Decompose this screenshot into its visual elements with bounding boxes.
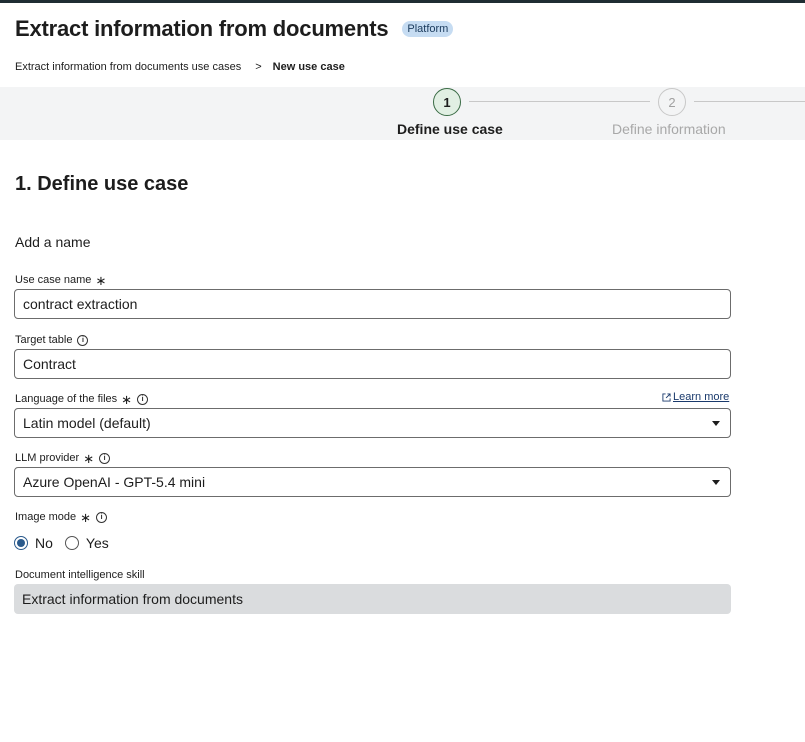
step-connector — [469, 101, 650, 102]
subheading: Add a name — [15, 234, 91, 250]
external-link-icon — [662, 392, 671, 402]
target-table-input[interactable]: Contract — [14, 349, 731, 379]
doc-skill-field: Extract information from documents — [14, 584, 731, 614]
use-case-name-label-text: Use case name — [15, 274, 92, 286]
learn-more-text: Learn more — [673, 391, 730, 403]
target-table-label: Target table i — [15, 334, 89, 346]
info-icon[interactable]: i — [77, 334, 89, 346]
step-1-label[interactable]: Define use case — [397, 121, 503, 137]
info-icon[interactable]: i — [99, 452, 111, 464]
required-icon: ∗ — [83, 450, 95, 466]
doc-skill-label: Document intelligence skill — [15, 569, 145, 581]
info-icon[interactable]: i — [96, 511, 108, 523]
step-connector — [694, 101, 805, 102]
dropdown-arrow-icon — [712, 421, 720, 426]
image-mode-yes-radio[interactable] — [64, 536, 79, 550]
header: Extract information from documents Platf… — [15, 16, 454, 42]
breadcrumb-link-use-cases[interactable]: Extract information from documents use c… — [15, 61, 241, 73]
llm-provider-value: Azure OpenAI - GPT-5.4 mini — [23, 474, 206, 490]
required-icon: ∗ — [95, 272, 107, 288]
breadcrumb-current: New use case — [272, 61, 345, 73]
stepper: 1 2 Define use case Define information — [0, 87, 805, 140]
llm-provider-select[interactable]: Azure OpenAI - GPT-5.4 mini — [14, 467, 731, 497]
platform-badge: Platform — [402, 21, 454, 37]
doc-skill-value: Extract information from documents — [22, 591, 243, 607]
image-mode-label: Image mode ∗ i — [15, 509, 108, 525]
required-icon: ∗ — [80, 509, 92, 525]
learn-more-link[interactable]: Learn more — [662, 391, 729, 403]
radio-dot — [17, 539, 25, 547]
top-bar — [0, 0, 805, 3]
step-2-label[interactable]: Define information — [612, 121, 726, 137]
image-mode-no-radio[interactable] — [14, 536, 28, 550]
language-label-text: Language of the files — [15, 393, 118, 405]
step-2-circle[interactable]: 2 — [658, 88, 686, 116]
required-icon: ∗ — [121, 391, 133, 407]
image-mode-radio-group: No Yes — [14, 535, 121, 551]
llm-provider-label-text: LLM provider — [15, 452, 80, 464]
dropdown-arrow-icon — [712, 480, 720, 485]
chevron-right-icon: > — [255, 61, 262, 73]
info-icon[interactable]: i — [137, 393, 149, 405]
language-label: Language of the files ∗ i — [15, 391, 149, 407]
image-mode-yes-label[interactable]: Yes — [86, 535, 109, 551]
target-table-value: Contract — [23, 356, 76, 372]
use-case-name-label: Use case name ∗ — [15, 272, 107, 288]
doc-skill-label-text: Document intelligence skill — [15, 569, 145, 581]
language-value: Latin model (default) — [23, 415, 151, 431]
use-case-name-value: contract extraction — [23, 296, 138, 312]
section-title: 1. Define use case — [15, 173, 189, 195]
use-case-name-input[interactable]: contract extraction — [14, 289, 731, 319]
image-mode-no-label[interactable]: No — [35, 535, 53, 551]
breadcrumb: Extract information from documents use c… — [15, 61, 345, 73]
page-title: Extract information from documents — [15, 16, 389, 41]
step-1-circle[interactable]: 1 — [433, 88, 461, 116]
target-table-label-text: Target table — [15, 334, 73, 346]
language-select[interactable]: Latin model (default) — [14, 408, 731, 438]
image-mode-label-text: Image mode — [15, 511, 77, 523]
llm-provider-label: LLM provider ∗ i — [15, 450, 111, 466]
